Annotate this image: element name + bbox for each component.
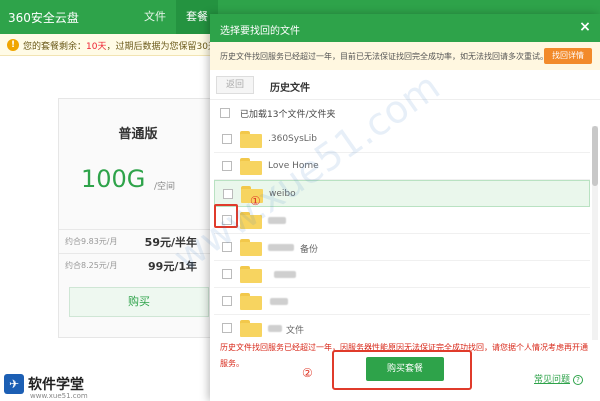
plan-price-row[interactable]: 约合8.25元/月 99元/1年 <box>59 253 217 275</box>
buy-plan-button[interactable]: 购买套餐 <box>366 357 444 381</box>
plan-price: 59元/半年 <box>144 236 197 249</box>
list-item[interactable]: 备份 <box>214 234 590 261</box>
plan-price: 99元/1年 <box>148 260 197 273</box>
callout-number-2: ② <box>302 366 313 380</box>
file-name: Love Home <box>268 161 319 171</box>
blurred-name <box>270 298 288 305</box>
folder-icon <box>240 320 262 337</box>
plan-size-unit: /空间 <box>154 182 176 192</box>
blurred-name <box>268 217 286 224</box>
row-checkbox[interactable] <box>222 161 232 171</box>
faq-link[interactable]: 常见问题? <box>534 372 584 385</box>
select-all-checkbox[interactable] <box>220 108 230 118</box>
site-logo-icon: ✈ <box>4 374 24 394</box>
folder-icon <box>240 266 262 283</box>
folder-icon <box>240 239 262 256</box>
plan-buy-button[interactable]: 购买 <box>69 287 209 317</box>
tab-files[interactable]: 文件 <box>134 0 176 34</box>
list-item[interactable] <box>214 288 590 315</box>
warning-icon: ! <box>7 39 19 51</box>
blurred-name <box>268 325 282 332</box>
row-checkbox[interactable] <box>223 189 233 199</box>
plan-price-note: 约合8.25元/月 <box>65 261 118 270</box>
row-checkbox[interactable] <box>222 323 232 333</box>
dialog-title: 选择要找回的文件 <box>220 26 300 37</box>
notice-text: 您的套餐剩余：10天，过期后数据为您保留30天 <box>23 42 217 52</box>
list-item[interactable] <box>214 261 590 288</box>
folder-icon <box>240 131 262 148</box>
dialog-toolbar: 返回 历史文件 <box>210 70 600 100</box>
plan-name: 普通版 <box>118 127 158 142</box>
site-url: www.xue51.com <box>30 392 88 400</box>
dialog-header: 选择要找回的文件 × <box>210 14 600 42</box>
file-name: 文件 <box>286 326 305 336</box>
folder-icon <box>240 158 262 175</box>
row-checkbox[interactable] <box>222 134 232 144</box>
list-item[interactable]: .360SysLib <box>214 126 590 153</box>
back-button[interactable]: 返回 <box>216 76 254 94</box>
row-checkbox[interactable] <box>222 296 232 306</box>
row-checkbox[interactable] <box>222 242 232 252</box>
callout-number-1: ① <box>250 194 261 208</box>
row-checkbox[interactable] <box>222 269 232 279</box>
breadcrumb: 历史文件 <box>270 83 310 94</box>
file-name: .360SysLib <box>268 134 317 144</box>
plan-price-note: 约合9.83元/月 <box>65 237 118 246</box>
plan-price-row[interactable]: 约合9.83元/月 59元/半年 <box>59 229 217 251</box>
app-logo: 360安全云盘 <box>8 11 79 25</box>
list-item[interactable]: weibo <box>214 180 590 207</box>
list-item[interactable]: 文件 <box>214 315 590 340</box>
folder-icon <box>240 293 262 310</box>
close-icon[interactable]: × <box>578 18 592 36</box>
file-list: .360SysLib Love Home weibo 备份 文件 <box>214 126 590 340</box>
help-icon: ? <box>573 374 584 385</box>
callout-checkbox-highlight <box>214 204 238 228</box>
loaded-count: 已加载13个文件/文件夹 <box>240 110 336 120</box>
plan-size: 100G <box>81 165 146 193</box>
site-name: 软件学堂 <box>28 377 84 393</box>
scroll-thumb[interactable] <box>592 126 598 186</box>
list-item[interactable]: Love Home <box>214 153 590 180</box>
list-item[interactable] <box>214 207 590 234</box>
file-name: 备份 <box>300 245 319 255</box>
recover-files-dialog: 选择要找回的文件 × 历史文件找回服务已经超过一年，目前已无法保证找回完全成功率… <box>210 14 600 401</box>
file-list-scrollbar[interactable] <box>592 126 598 340</box>
recover-details-button[interactable]: 找回详情 <box>544 48 592 64</box>
blurred-name <box>268 244 294 251</box>
dialog-warning-bar: 历史文件找回服务已经超过一年，目前已无法保证找回完全成功率，如无法找回请多次重试… <box>210 42 600 70</box>
file-name: weibo <box>269 189 296 199</box>
blurred-name <box>274 271 296 278</box>
folder-icon <box>240 212 262 229</box>
plan-card: 普通版 100G /空间 约合9.83元/月 59元/半年 约合8.25元/月 … <box>58 98 218 338</box>
dialog-warning-text: 历史文件找回服务已经超过一年，目前已无法保证找回完全成功率，如无法找回请多次重试… <box>220 52 548 61</box>
